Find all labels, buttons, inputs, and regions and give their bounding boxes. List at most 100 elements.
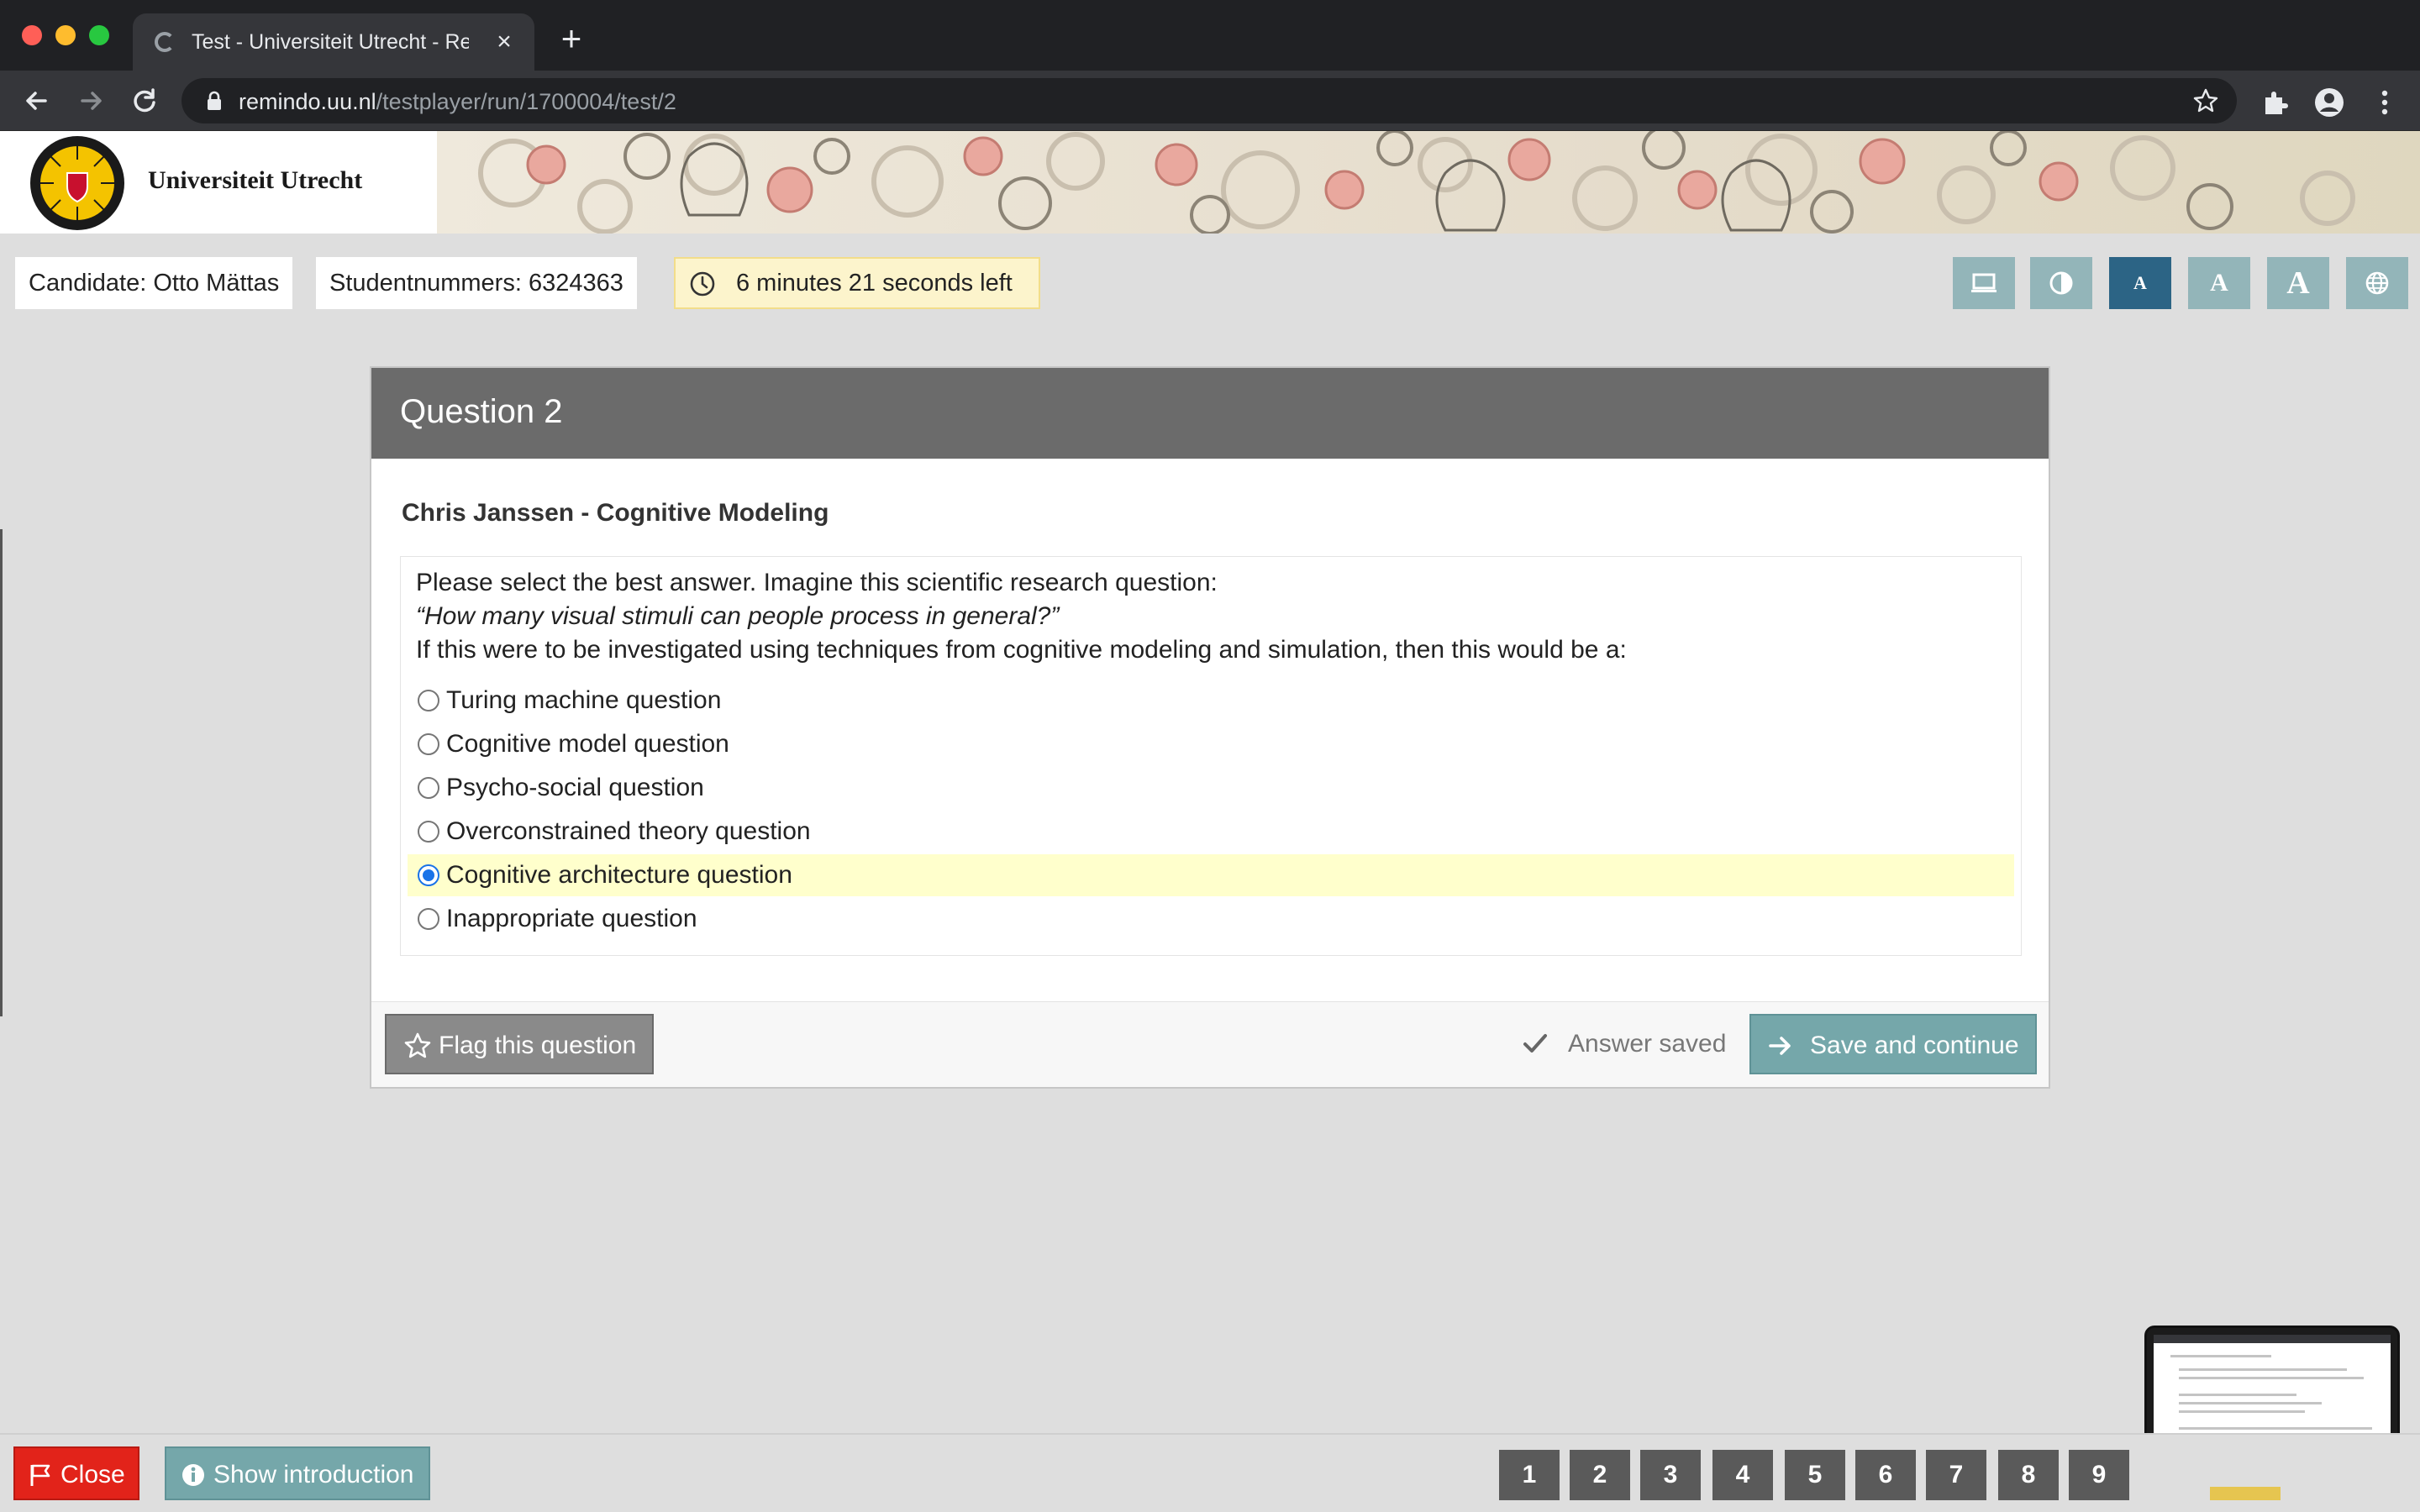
window-minimize-control[interactable] [55, 25, 76, 45]
page-button-3[interactable]: 3 [1640, 1450, 1701, 1500]
screen-icon [1971, 273, 1996, 292]
url-path: /testplayer/run/1700004/test/2 [376, 89, 676, 114]
candidate-name: Candidate: Otto Mättas [15, 257, 293, 309]
saved-label: Answer saved [1568, 1030, 1727, 1058]
flag-label: Flag this question [439, 1032, 637, 1059]
answer-saved-status: Answer saved [1521, 1019, 1736, 1069]
tab-close-icon[interactable]: × [487, 25, 521, 59]
side-panel-edge [0, 529, 3, 1016]
extensions-icon[interactable] [2259, 86, 2292, 119]
address-bar[interactable]: remindo.uu.nl/testplayer/run/1700004/tes… [182, 78, 2237, 123]
question-subject: Chris Janssen - Cognitive Modeling [402, 499, 829, 527]
close-label: Close [60, 1461, 125, 1488]
radio-button-checked[interactable] [418, 864, 439, 886]
option-label: Cognitive model question [446, 730, 729, 758]
back-icon[interactable] [18, 82, 55, 119]
show-introduction-button[interactable]: Show introduction [165, 1446, 430, 1500]
test-navigation-bar: Close Show introduction 1 2 3 4 5 6 7 8 … [0, 1433, 2420, 1512]
fullscreen-button[interactable] [1953, 257, 2015, 309]
window-zoom-control[interactable] [89, 25, 109, 45]
new-tab-icon[interactable]: + [553, 20, 590, 57]
page-button-9[interactable]: 9 [2069, 1450, 2129, 1500]
url-host: remindo.uu.nl [239, 89, 376, 114]
thumbnail-line [2170, 1355, 2271, 1357]
page-button-7[interactable]: 7 [1926, 1450, 1986, 1500]
clock-icon [690, 271, 715, 297]
radio-button[interactable] [418, 690, 439, 711]
option-label: Inappropriate question [446, 905, 697, 932]
language-button[interactable] [2346, 257, 2408, 309]
thumbnail-line [2179, 1368, 2347, 1371]
question-header: Question 2 [371, 368, 2049, 459]
browser-menu-icon[interactable] [2368, 86, 2402, 119]
page-button-4[interactable]: 4 [1712, 1450, 1773, 1500]
answer-option-inappropriate[interactable]: Inappropriate question [408, 898, 2014, 940]
page-button-8[interactable]: 8 [1998, 1450, 2059, 1500]
font-size-small-button[interactable]: A [2109, 257, 2171, 309]
lock-icon [208, 91, 221, 110]
loading-spinner-icon [155, 32, 175, 52]
reload-icon[interactable] [126, 82, 163, 119]
page-button-5[interactable]: 5 [1785, 1450, 1845, 1500]
contrast-icon [2049, 271, 2073, 295]
radio-button[interactable] [418, 777, 439, 799]
option-label: Psycho-social question [446, 774, 704, 801]
question-footer: Flag this question Answer saved Save and… [371, 1001, 2049, 1087]
question-card: Question 2 Chris Janssen - Cognitive Mod… [370, 366, 2050, 1089]
radio-button[interactable] [418, 821, 439, 843]
question-prompt-line-2: “How many visual stimuli can people proc… [416, 602, 1060, 630]
option-label: Turing machine question [446, 686, 722, 714]
intro-label: Show introduction [213, 1461, 414, 1488]
arrow-right-icon [1769, 1037, 1791, 1055]
thumbnail-line [2179, 1427, 2372, 1430]
flag-question-button[interactable]: Flag this question [385, 1014, 654, 1074]
student-number: Studentnummers: 6324363 [316, 257, 637, 309]
tab-title: Test - Universiteit Utrecht - Re [192, 30, 469, 54]
flag-icon [30, 1464, 50, 1486]
answer-option-cognitive-architecture[interactable]: Cognitive architecture question [408, 854, 2014, 896]
thumbnail-line [2179, 1394, 2296, 1396]
site-banner: Universiteit Utrecht [0, 131, 2420, 234]
timer-text: 6 minutes 21 seconds left [736, 270, 1013, 297]
radio-button[interactable] [418, 733, 439, 755]
question-title: Question 2 [400, 393, 563, 430]
window-close-control[interactable] [22, 25, 42, 45]
thumbnail-line [2179, 1410, 2305, 1413]
browser-tab[interactable]: Test - Universiteit Utrecht - Re × [133, 13, 534, 71]
flagged-page-indicator [2210, 1487, 2281, 1500]
option-label: Overconstrained theory question [446, 817, 811, 845]
page-button-2-current[interactable]: 2 [1570, 1450, 1630, 1509]
page-button-1[interactable]: 1 [1499, 1450, 1560, 1500]
forward-icon[interactable] [72, 82, 109, 119]
thumbnail-line [2179, 1402, 2322, 1404]
profile-icon[interactable] [2312, 86, 2346, 119]
university-sun-logo [30, 136, 124, 230]
info-icon [182, 1464, 204, 1486]
save-and-continue-button[interactable]: Save and continue [1749, 1014, 2037, 1074]
answer-option-turing-machine[interactable]: Turing machine question [408, 680, 2014, 722]
contrast-button[interactable] [2030, 257, 2092, 309]
university-name: Universiteit Utrecht [148, 166, 363, 194]
thumbnail-line [2179, 1377, 2364, 1379]
globe-icon [2365, 271, 2389, 295]
time-remaining: 6 minutes 21 seconds left [674, 257, 1040, 309]
font-size-medium-button[interactable]: A [2188, 257, 2250, 309]
answer-option-psycho-social[interactable]: Psycho-social question [408, 767, 2014, 809]
answer-option-overconstrained[interactable]: Overconstrained theory question [408, 811, 2014, 853]
thumbnail-toolbar [2154, 1335, 2391, 1343]
page-button-6[interactable]: 6 [1855, 1450, 1916, 1500]
checkmark-icon [1523, 1034, 1547, 1053]
radio-button[interactable] [418, 908, 439, 930]
answer-option-cognitive-model[interactable]: Cognitive model question [408, 723, 2014, 765]
star-outline-icon [404, 1032, 431, 1058]
candidate-info-bar: Candidate: Otto Mättas Studentnummers: 6… [0, 234, 2420, 328]
question-prompt-line-3: If this were to be investigated using te… [416, 636, 1627, 664]
font-size-large-button[interactable]: A [2267, 257, 2329, 309]
bookmark-star-icon[interactable] [2191, 87, 2220, 115]
url-text: remindo.uu.nl/testplayer/run/1700004/tes… [239, 89, 676, 115]
close-test-button[interactable]: Close [13, 1446, 139, 1500]
browser-toolbar: remindo.uu.nl/testplayer/run/1700004/tes… [0, 71, 2420, 131]
browser-tab-strip: Test - Universiteit Utrecht - Re × + [0, 0, 2420, 71]
question-prompt-line-1: Please select the best answer. Imagine t… [416, 569, 1218, 596]
option-label: Cognitive architecture question [446, 861, 792, 889]
